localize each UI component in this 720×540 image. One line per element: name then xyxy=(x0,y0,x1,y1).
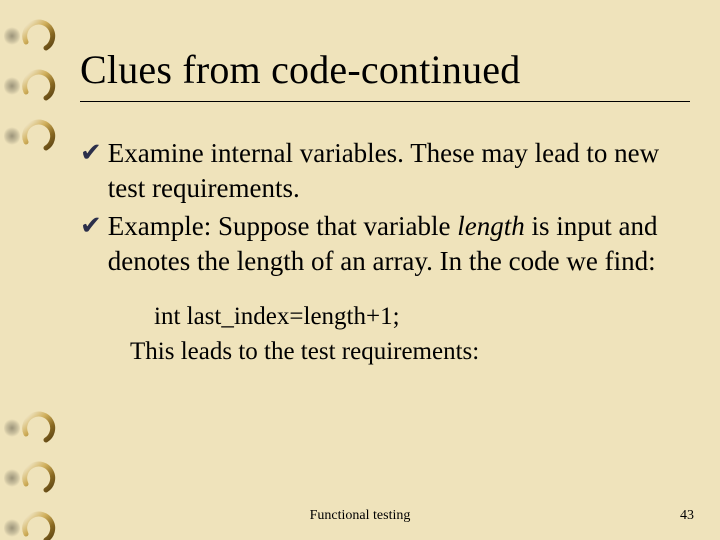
bullet-text: Example: Suppose that variable length is… xyxy=(108,209,690,278)
ring-shadow xyxy=(4,126,20,146)
checkmark-icon: ✔ xyxy=(80,209,102,278)
checkmark-icon: ✔ xyxy=(80,136,102,205)
ring-shadow xyxy=(4,418,20,438)
code-line: int last_index=length+1; xyxy=(154,300,690,333)
ring-icon xyxy=(22,410,56,444)
ring-shadow xyxy=(4,468,20,488)
ring-shadow xyxy=(4,76,20,96)
slide: Clues from code-continued ✔ Examine inte… xyxy=(0,0,720,540)
bullet-item: ✔ Examine internal variables. These may … xyxy=(80,136,690,205)
italic-var: length xyxy=(457,211,525,241)
title-rule xyxy=(80,101,690,102)
content-area: Clues from code-continued ✔ Examine inte… xyxy=(80,46,690,368)
ring-shadow xyxy=(4,26,20,46)
sub-block: int last_index=length+1; This leads to t… xyxy=(130,300,690,368)
sub-follow: This leads to the test requirements: xyxy=(130,335,690,368)
slide-title: Clues from code-continued xyxy=(80,46,690,93)
footer-page-number: 43 xyxy=(680,508,694,524)
bullet-text: Examine internal variables. These may le… xyxy=(108,136,690,205)
ring-icon xyxy=(22,118,56,152)
ring-icon xyxy=(22,18,56,52)
bullet-list: ✔ Examine internal variables. These may … xyxy=(80,136,690,278)
binder-rings xyxy=(0,0,56,540)
ring-icon xyxy=(22,460,56,494)
footer-center: Functional testing xyxy=(0,508,720,524)
ring-icon xyxy=(22,68,56,102)
bullet-item: ✔ Example: Suppose that variable length … xyxy=(80,209,690,278)
